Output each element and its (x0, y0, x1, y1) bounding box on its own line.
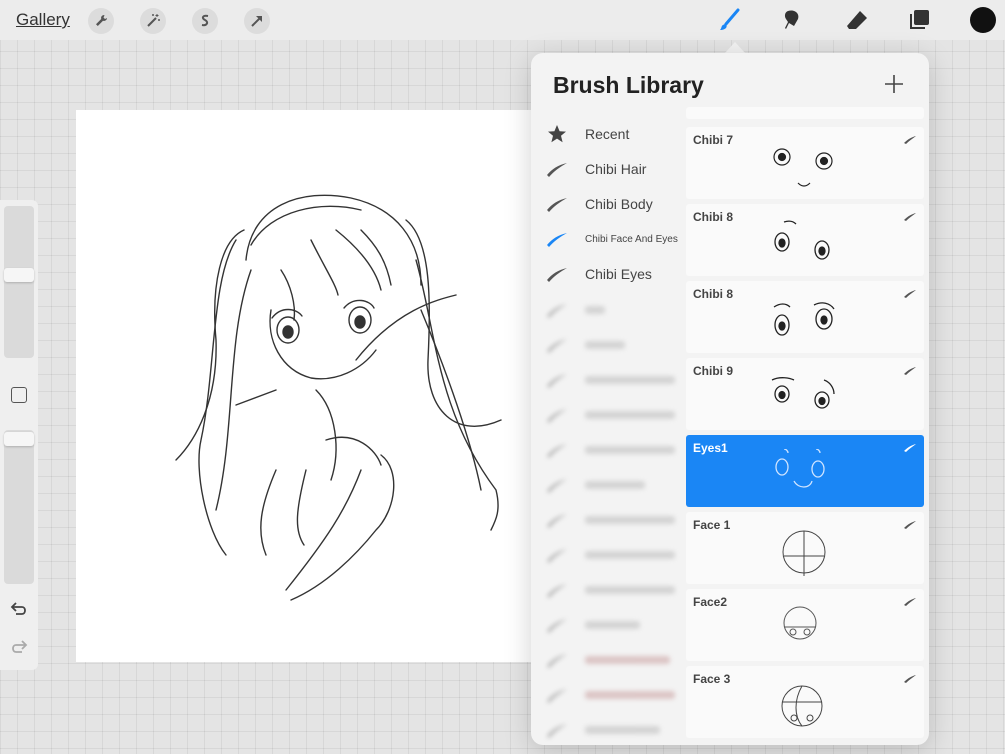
magic-wand-icon[interactable] (140, 8, 166, 34)
brush-card-face-3[interactable]: Face 3 (686, 666, 924, 738)
brush-size-thumb[interactable] (4, 268, 34, 282)
brush-card-chibi-9[interactable]: Chibi 9 (686, 358, 924, 430)
brush-stroke-flag-icon (904, 290, 916, 298)
modify-square-icon[interactable] (11, 387, 27, 403)
brush-card-chibi-8-b[interactable]: Chibi 8 (686, 281, 924, 353)
eraser-icon[interactable] (843, 6, 871, 34)
brush-list: Chibi 7 Chibi 8 Chibi 8 Chibi 9 Eyes1 Fa… (686, 53, 926, 745)
selection-icon[interactable] (192, 8, 218, 34)
brush-set-chibi-body[interactable]: Chibi Body (531, 188, 685, 220)
brush-card-partial[interactable] (686, 107, 924, 119)
brush-card-face2[interactable]: Face2 (686, 589, 924, 661)
brush-stroke-flag-icon (904, 444, 916, 452)
opacity-slider[interactable] (4, 430, 34, 584)
brush-card-face-1[interactable]: Face 1 (686, 512, 924, 584)
panel-title: Brush Library (553, 72, 704, 98)
opacity-thumb[interactable] (4, 432, 34, 446)
brush-set-chibi-face-and-eyes[interactable]: Chibi Face And Eyes (531, 223, 685, 255)
brush-stroke-flag-icon (904, 521, 916, 529)
brush-stroke-icon (547, 268, 567, 282)
chibi-sketch-drawing (175, 194, 502, 601)
eyes-preview (775, 449, 825, 488)
left-sidebar (0, 200, 38, 670)
star-icon (548, 125, 566, 143)
face-preview (783, 606, 817, 640)
transform-arrow-icon[interactable] (244, 8, 270, 34)
eyes-preview (774, 220, 830, 260)
brush-stroke-icon (547, 163, 567, 177)
brush-card-chibi-8-a[interactable]: Chibi 8 (686, 204, 924, 276)
eyes-preview (773, 148, 833, 187)
brush-stroke-flag-icon (904, 598, 916, 606)
eyes-preview (771, 377, 835, 409)
eyes-preview (773, 302, 835, 336)
undo-icon[interactable] (9, 599, 29, 619)
redo-icon[interactable] (9, 637, 29, 657)
brush-library-panel: Brush Library Recent Chibi Hair Chibi Bo… (531, 53, 929, 745)
brush-set-chibi-eyes[interactable]: Chibi Eyes (531, 258, 685, 290)
layers-icon[interactable] (905, 6, 933, 34)
brush-icon[interactable] (716, 6, 744, 34)
brush-stroke-flag-icon (904, 136, 916, 144)
drawing-canvas[interactable] (76, 110, 532, 662)
brush-set-recent[interactable]: Recent (531, 118, 685, 150)
face-preview (781, 685, 823, 727)
brush-stroke-flag-icon (904, 367, 916, 375)
brush-card-chibi-7[interactable]: Chibi 7 (686, 127, 924, 199)
brush-stroke-flag-icon (904, 213, 916, 221)
brush-set-list: Recent Chibi Hair Chibi Body Chibi Face … (531, 118, 685, 745)
brush-set-chibi-hair[interactable]: Chibi Hair (531, 153, 685, 185)
top-toolbar: Gallery (0, 0, 1005, 40)
brush-stroke-flag-icon (904, 675, 916, 683)
gallery-link[interactable]: Gallery (16, 10, 70, 30)
brush-size-slider[interactable] (4, 206, 34, 358)
smudge-icon[interactable] (779, 6, 807, 34)
brush-stroke-icon (547, 198, 567, 212)
brush-card-eyes1[interactable]: Eyes1 (686, 435, 924, 507)
face-preview (782, 530, 826, 576)
brush-stroke-icon (547, 233, 567, 247)
color-swatch[interactable] (970, 7, 996, 33)
wrench-icon[interactable] (88, 8, 114, 34)
